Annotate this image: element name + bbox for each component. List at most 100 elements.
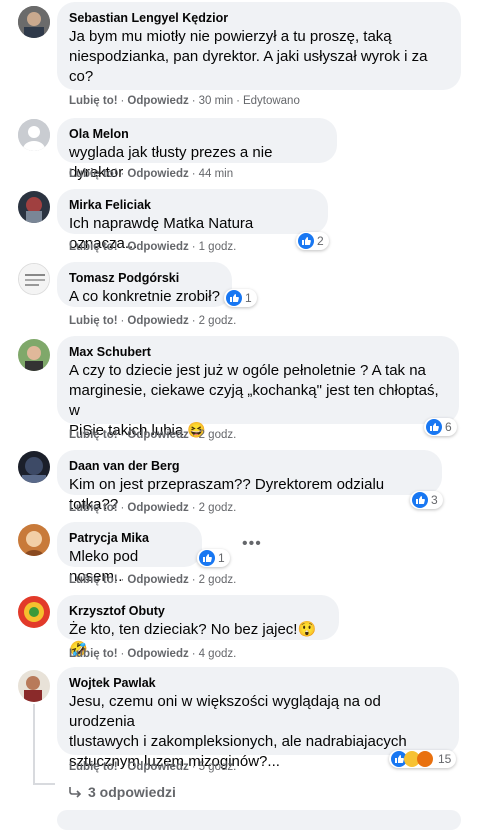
- reaction-summary[interactable]: 1: [224, 289, 257, 307]
- reaction-summary[interactable]: 1: [197, 549, 230, 567]
- reaction-count: 3: [431, 493, 438, 507]
- next-comment-bubble: [57, 810, 461, 830]
- avatar-photo: [18, 451, 50, 483]
- comment-author[interactable]: Krzysztof Obuty: [69, 603, 327, 619]
- timestamp[interactable]: 2 godz.: [199, 429, 237, 441]
- avatar[interactable]: [18, 191, 50, 223]
- comment-author[interactable]: Sebastian Lengyel Kędzior: [69, 10, 449, 26]
- avatar[interactable]: [18, 119, 50, 151]
- like-link[interactable]: Lubię to!: [69, 648, 118, 660]
- comment-author[interactable]: Mirka Feliciak: [69, 197, 316, 213]
- comment-author[interactable]: Ola Melon: [69, 126, 325, 142]
- reaction-summary[interactable]: 6: [424, 418, 457, 436]
- angry-reaction-icon: [417, 751, 433, 767]
- like-link[interactable]: Lubię to!: [69, 574, 118, 586]
- comment-bubble: Mirka Feliciak Ich naprawdę Matka Natura…: [57, 189, 328, 252]
- comment-actions: Lubię to! · Odpowiedz · 2 godz.: [69, 429, 237, 441]
- reply-arrow-icon: [69, 787, 82, 798]
- comment-author[interactable]: Tomasz Podgórski: [69, 270, 220, 286]
- avatar-photo: [18, 339, 50, 371]
- reply-link[interactable]: Odpowiedz: [127, 95, 188, 107]
- thread-line-branch: [33, 783, 55, 785]
- reaction-count: 6: [445, 420, 452, 434]
- avatar[interactable]: [18, 670, 50, 702]
- comment-actions: Lubię to! · Odpowiedz · 2 godz.: [69, 502, 237, 514]
- like-link[interactable]: Lubię to!: [69, 761, 118, 773]
- reaction-count: 1: [218, 551, 225, 565]
- like-link[interactable]: Lubię to!: [69, 241, 118, 253]
- avatar-photo: [18, 596, 50, 628]
- like-link[interactable]: Lubię to!: [69, 315, 118, 327]
- comment-author[interactable]: Daan van der Berg: [69, 458, 430, 474]
- comment-bubble: Wojtek Pawlak Jesu, czemu oni w większoś…: [57, 667, 459, 770]
- timestamp[interactable]: 2 godz.: [199, 502, 237, 514]
- comment-actions: Lubię to! · Odpowiedz · 2 godz.: [69, 574, 237, 586]
- comment-bubble: Krzysztof Obuty Że kto, ten dzieciak? No…: [57, 595, 339, 658]
- thumbs-up-icon: [412, 492, 428, 508]
- avatar[interactable]: [18, 263, 50, 295]
- like-link[interactable]: Lubię to!: [69, 95, 118, 107]
- reaction-count: 15: [438, 752, 452, 766]
- comment-actions: Lubię to! · Odpowiedz · 44 min: [69, 168, 234, 180]
- like-link[interactable]: Lubię to!: [69, 502, 118, 514]
- avatar[interactable]: [18, 6, 50, 38]
- comment-bubble: Ola Melon wyglada jak tłusty prezes a ni…: [57, 118, 337, 181]
- comment-bubble: Patrycja Mika Mleko pod nosem..: [57, 522, 202, 585]
- comment-text-line: A czy to dziecie jest już w ogóle pełnol…: [69, 362, 426, 379]
- timestamp[interactable]: 4 godz.: [199, 648, 237, 660]
- comment-actions: Lubię to! · Odpowiedz · 5 godz.: [69, 761, 237, 773]
- timestamp[interactable]: 30 min: [199, 95, 234, 107]
- comment-text-line: A co konkretnie zrobił?: [69, 288, 220, 305]
- avatar[interactable]: [18, 339, 50, 371]
- thread-line: [33, 704, 35, 784]
- thumbs-up-icon: [298, 233, 314, 249]
- comment-author[interactable]: Wojtek Pawlak: [69, 675, 447, 691]
- reply-link[interactable]: Odpowiedz: [127, 648, 188, 660]
- comment-bubble: Tomasz Podgórski A co konkretnie zrobił?: [57, 262, 232, 307]
- reaction-count: 2: [317, 234, 324, 248]
- comment-author[interactable]: Max Schubert: [69, 344, 447, 360]
- comment-text-line: Jesu, czemu oni w większości wyglądają n…: [69, 693, 381, 730]
- comment-bubble: Daan van der Berg Kim on jest przeprasza…: [57, 450, 442, 513]
- reaction-summary[interactable]: 2: [296, 232, 329, 250]
- reply-link[interactable]: Odpowiedz: [127, 429, 188, 441]
- thumbs-up-icon: [199, 550, 215, 566]
- comment-text-line: co?: [69, 68, 94, 85]
- reaction-summary[interactable]: 3: [410, 491, 443, 509]
- timestamp[interactable]: 1 godz.: [199, 241, 237, 253]
- reply-link[interactable]: Odpowiedz: [127, 168, 188, 180]
- comment-text-line: niespodzianka, pan dyrektor. A jaki usły…: [69, 48, 428, 65]
- comment-actions: Lubię to! · Odpowiedz · 30 min · Edytowano: [69, 95, 300, 107]
- like-link[interactable]: Lubię to!: [69, 168, 118, 180]
- thumbs-up-icon: [226, 290, 242, 306]
- comment-actions: Lubię to! · Odpowiedz · 4 godz.: [69, 648, 237, 660]
- like-link[interactable]: Lubię to!: [69, 429, 118, 441]
- reaction-summary[interactable]: 15: [389, 750, 457, 768]
- more-options-icon[interactable]: •••: [242, 535, 262, 553]
- comment-text-line: Ja bym mu miotły nie powierzył a tu pros…: [69, 28, 392, 45]
- avatar-photo: [18, 6, 50, 38]
- comment-author[interactable]: Patrycja Mika: [69, 530, 190, 546]
- timestamp[interactable]: 2 godz.: [199, 315, 237, 327]
- avatar-photo: [18, 524, 50, 556]
- timestamp[interactable]: 2 godz.: [199, 574, 237, 586]
- reply-link[interactable]: Odpowiedz: [127, 502, 188, 514]
- avatar-photo: [18, 191, 50, 223]
- avatar[interactable]: [18, 524, 50, 556]
- reply-link[interactable]: Odpowiedz: [127, 315, 188, 327]
- avatar[interactable]: [18, 596, 50, 628]
- comment-text-line: tlustawych i zakompleksionych, ale nadra…: [69, 733, 407, 750]
- comment-bubble: Max Schubert A czy to dziecie jest już w…: [57, 336, 459, 439]
- reply-link[interactable]: Odpowiedz: [127, 574, 188, 586]
- avatar-photo: [19, 264, 49, 294]
- reply-link[interactable]: Odpowiedz: [127, 761, 188, 773]
- reply-link[interactable]: Odpowiedz: [127, 241, 188, 253]
- comment-actions: Lubię to! · Odpowiedz · 1 godz.: [69, 241, 237, 253]
- thumbs-up-icon: [426, 419, 442, 435]
- timestamp[interactable]: 5 godz.: [199, 761, 237, 773]
- timestamp[interactable]: 44 min: [199, 168, 234, 180]
- comment-text-line: marginesie, ciekawe czyją „kochanką" jes…: [69, 382, 439, 419]
- avatar-photo: [18, 670, 50, 702]
- view-replies-button[interactable]: 3 odpowiedzi: [68, 784, 176, 800]
- avatar[interactable]: [18, 451, 50, 483]
